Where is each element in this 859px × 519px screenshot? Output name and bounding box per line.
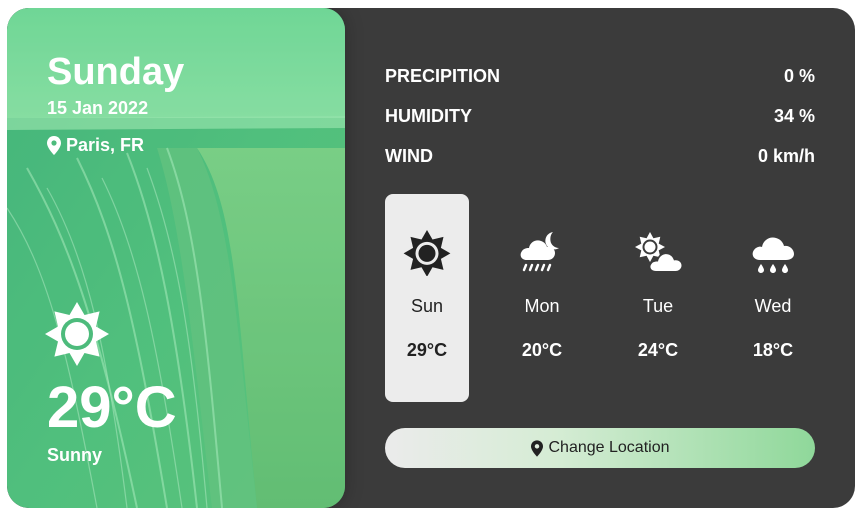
forecast-day-sun[interactable]: Sun 29°C — [385, 194, 469, 402]
stat-row-humidity: HUMIDITY 34 % — [385, 96, 815, 136]
forecast-list: Sun 29°C Mon 20°C Tue 24°C Wed 18°C — [385, 194, 815, 402]
sun-icon — [45, 302, 109, 366]
current-date: 15 Jan 2022 — [47, 98, 149, 118]
stat-label: WIND — [385, 145, 433, 166]
stat-label: PRECIPITION — [385, 65, 501, 86]
stat-label: HUMIDITY — [385, 105, 472, 126]
forecast-day-temp: 24°C — [637, 340, 679, 360]
forecast-day-label: Tue — [642, 296, 674, 316]
cloud-sun-icon — [635, 232, 683, 272]
forecast-day-label: Sun — [410, 296, 444, 316]
current-condition: Sunny — [47, 445, 103, 465]
forecast-day-temp: 18°C — [752, 340, 794, 360]
forecast-day-tue[interactable]: Tue 24°C — [616, 194, 700, 402]
current-weather-panel: Sunday 15 Jan 2022 Paris, FR 29°C Sunny — [7, 8, 345, 508]
current-temperature: 29°C — [47, 375, 177, 440]
stat-row-wind: WIND 0 km/h — [385, 136, 815, 176]
stat-value: 34 % — [773, 105, 815, 126]
location-pin-icon — [47, 136, 61, 155]
forecast-day-label: Mon — [524, 296, 560, 316]
cloud-moon-rain-icon — [520, 232, 559, 272]
current-location: Paris, FR — [47, 135, 144, 156]
current-day: Sunday — [47, 51, 185, 93]
stat-row-precipitation: PRECIPITION 0 % — [385, 56, 815, 96]
sun-icon — [403, 230, 451, 276]
forecast-day-label: Wed — [754, 296, 792, 316]
change-location-label: Change Location — [548, 439, 670, 456]
stat-value: 0 % — [783, 65, 815, 86]
weather-card: Sunday 15 Jan 2022 Paris, FR 29°C Sunny … — [7, 8, 855, 508]
forecast-day-wed[interactable]: Wed 18°C — [731, 194, 815, 402]
forecast-day-temp: 29°C — [406, 340, 448, 360]
change-location-button[interactable]: Change Location — [385, 428, 815, 468]
location-pin-icon — [530, 439, 543, 457]
cloud-rain-icon — [752, 237, 794, 273]
forecast-day-mon[interactable]: Mon 20°C — [500, 194, 584, 402]
stat-value: 0 km/h — [757, 145, 815, 166]
forecast-day-temp: 20°C — [521, 340, 563, 360]
weather-stats: PRECIPITION 0 % HUMIDITY 34 % WIND 0 km/… — [385, 56, 815, 176]
location-label: Paris, FR — [66, 135, 145, 155]
